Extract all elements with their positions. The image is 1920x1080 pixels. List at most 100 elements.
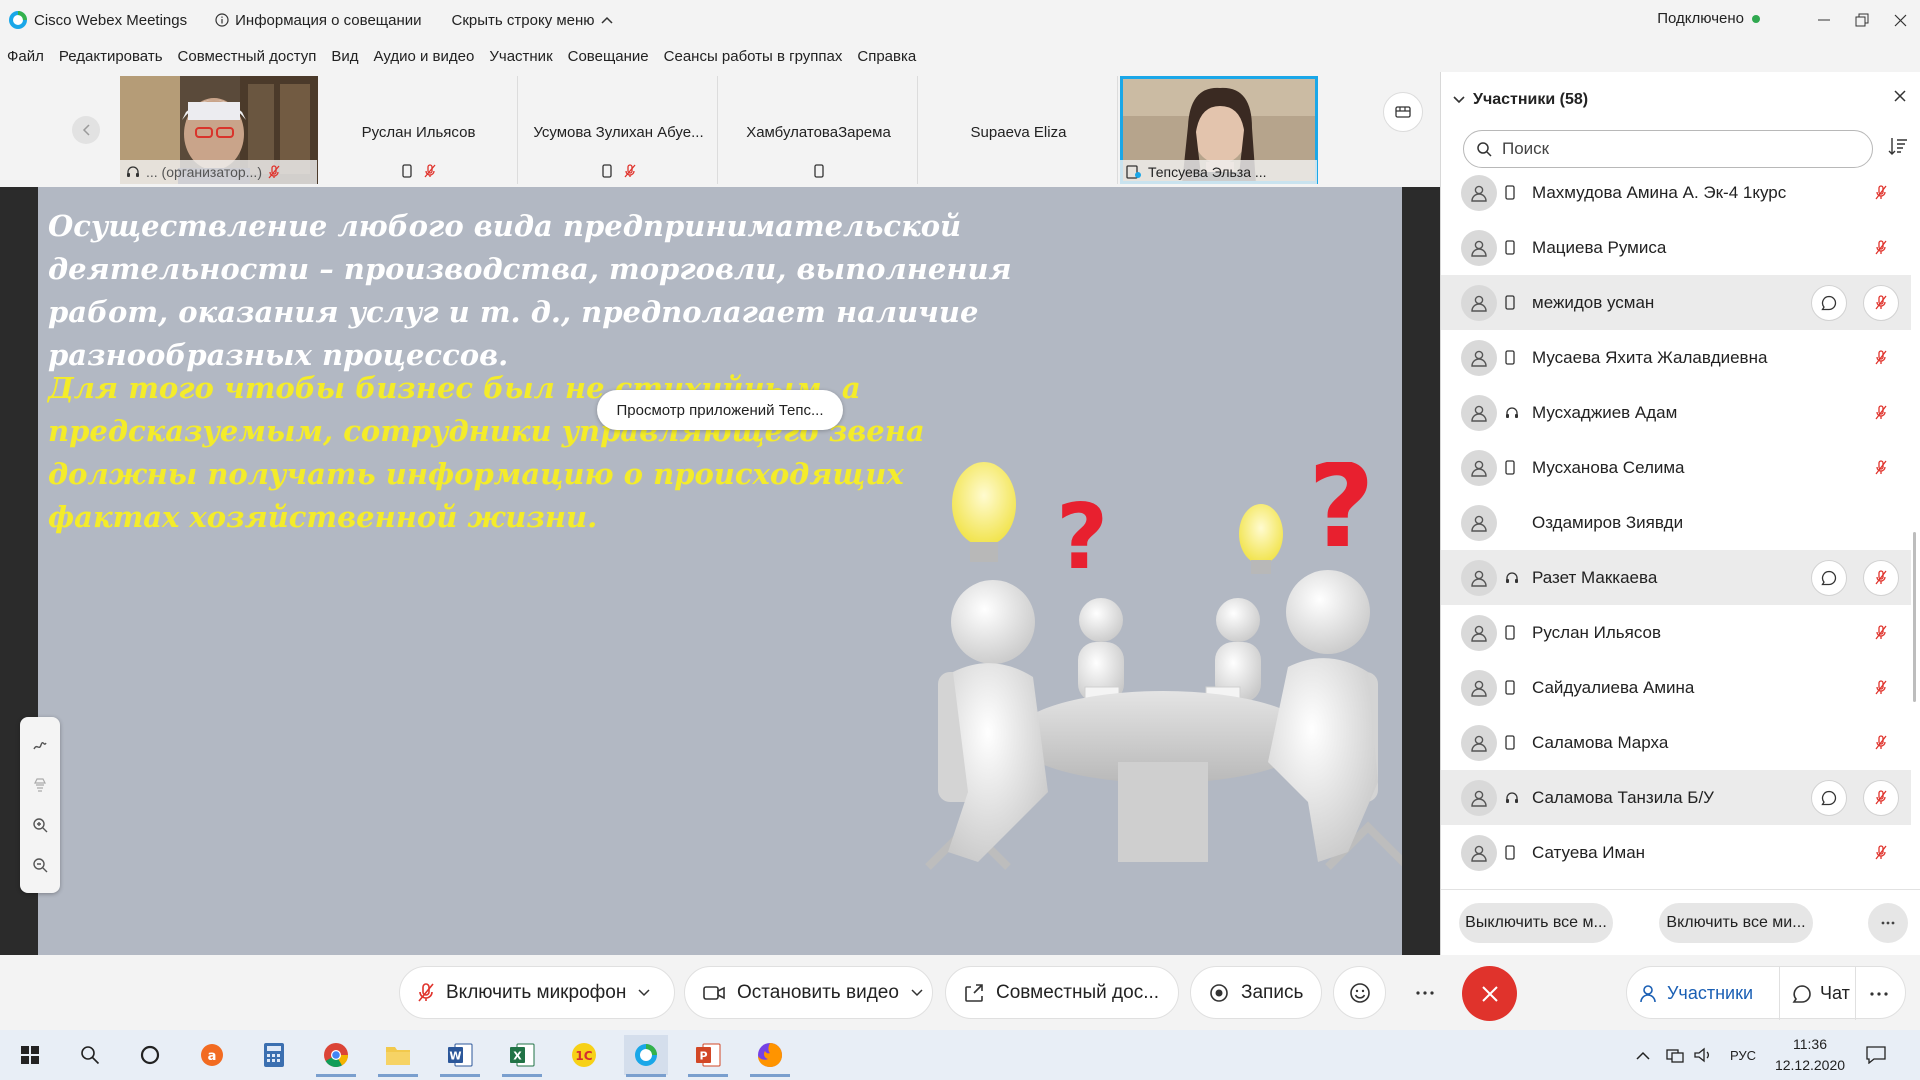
muted-mic-icon[interactable] [1863, 284, 1899, 321]
tray-chevron-up-icon[interactable] [1636, 1030, 1650, 1080]
zoom-out-icon[interactable] [32, 857, 48, 873]
minimize-icon[interactable] [1804, 6, 1844, 34]
participant-row[interactable]: Мусхаджиев Адам [1441, 385, 1911, 440]
avatar-icon [1461, 504, 1497, 541]
unmute-button[interactable]: Включить микрофон [399, 966, 675, 1019]
share-button[interactable]: Совместный дос... [945, 966, 1179, 1019]
participant-search-input[interactable]: Поиск [1463, 130, 1873, 168]
excel-icon[interactable]: X [500, 1035, 544, 1077]
chrome-icon[interactable] [314, 1035, 358, 1077]
close-window-icon[interactable] [1880, 6, 1920, 34]
participants-toggle[interactable]: Участники [1639, 967, 1753, 1020]
clock[interactable]: 11:36 12.12.2020 [1770, 1034, 1850, 1076]
powerpoint-icon[interactable]: P [686, 1035, 730, 1077]
hide-menu-button[interactable]: Скрыть строку меню [452, 12, 613, 29]
zoom-in-icon[interactable] [32, 817, 48, 833]
windows-start-icon[interactable] [8, 1035, 52, 1075]
cortana-icon[interactable] [128, 1035, 172, 1075]
mute-all-button[interactable]: Выключить все м... [1459, 903, 1613, 943]
eraser-icon[interactable] [33, 777, 47, 793]
menu-audio-video[interactable]: Аудио и видео [374, 48, 475, 65]
firefox-icon[interactable] [748, 1035, 792, 1077]
participant-row[interactable]: Саламова Марха [1441, 715, 1911, 770]
participant-row[interactable]: Саламова Танзила Б/У [1441, 770, 1911, 825]
language-indicator[interactable]: РУС [1730, 1030, 1756, 1080]
strip-prev-button[interactable] [72, 116, 100, 144]
muted-mic-icon[interactable] [1863, 725, 1899, 761]
video-tile-participant[interactable]: Усумова Зулихан Абуе... [520, 76, 718, 184]
participant-row[interactable]: Руслан Ильясов [1441, 605, 1911, 660]
participant-row[interactable]: Махмудова Амина А. Эк-4 1курс [1441, 165, 1911, 220]
network-icon[interactable] [1666, 1030, 1684, 1080]
muted-mic-icon[interactable] [1863, 779, 1899, 816]
reactions-button[interactable] [1333, 966, 1386, 1019]
chevron-down-icon[interactable] [911, 988, 923, 997]
menu-share[interactable]: Совместный доступ [178, 48, 317, 65]
video-tile-participant[interactable]: Supaeva Eliza [920, 76, 1118, 184]
participant-row[interactable]: Мусханова Селима [1441, 440, 1911, 495]
video-tile-participant[interactable]: ХамбулатоваЗарема [720, 76, 918, 184]
muted-mic-icon[interactable] [1863, 450, 1899, 486]
leave-meeting-button[interactable] [1462, 966, 1517, 1021]
volume-icon[interactable] [1694, 1030, 1712, 1080]
participant-list-scrollbar[interactable] [1913, 532, 1916, 702]
menu-help[interactable]: Справка [857, 48, 916, 65]
participant-row[interactable]: межидов усман [1441, 275, 1911, 330]
search-icon[interactable] [68, 1035, 112, 1075]
participant-row[interactable]: Оздамиров Зиявди [1441, 495, 1911, 550]
participant-row[interactable]: Разет Маккаева [1441, 550, 1911, 605]
participant-name: Саламова Марха [1532, 732, 1669, 752]
muted-mic-icon[interactable] [1863, 395, 1899, 431]
chat-bubble-icon[interactable] [1811, 779, 1847, 816]
participant-row[interactable]: Мусаева Яхита Жалавдиевна [1441, 330, 1911, 385]
chevron-down-icon[interactable] [638, 988, 650, 997]
menu-meeting[interactable]: Совещание [568, 48, 649, 65]
stop-video-button[interactable]: Остановить видео [684, 966, 933, 1019]
headset-icon [126, 165, 140, 179]
close-panel-icon[interactable] [1894, 90, 1906, 102]
video-tile-host[interactable]: ... (организатор...) [120, 76, 318, 184]
file-explorer-icon[interactable] [376, 1035, 420, 1077]
collapse-chevron-icon[interactable] [1453, 96, 1465, 104]
more-button[interactable] [1398, 966, 1451, 1019]
1c-icon[interactable]: 1С [562, 1035, 606, 1075]
muted-mic-icon[interactable] [1863, 615, 1899, 651]
layout-button[interactable] [1383, 92, 1423, 132]
more-options-icon[interactable] [1868, 903, 1908, 943]
app-preview-button[interactable]: Просмотр приложений Тепс... [597, 390, 843, 430]
muted-mic-icon[interactable] [1863, 340, 1899, 376]
menu-participant[interactable]: Участник [489, 48, 552, 65]
menu-edit[interactable]: Редактировать [59, 48, 163, 65]
participant-row[interactable]: Сайдуалиева Амина [1441, 660, 1911, 715]
muted-mic-icon[interactable] [1863, 230, 1899, 266]
menu-breakout[interactable]: Сеансы работы в группах [664, 48, 843, 65]
restore-icon[interactable] [1842, 6, 1882, 34]
menu-view[interactable]: Вид [331, 48, 358, 65]
panel-toggle-group: Участники Чат [1626, 966, 1906, 1020]
notifications-icon[interactable] [1866, 1030, 1886, 1080]
screen-share-icon [1126, 165, 1142, 179]
participant-row[interactable]: Сатуева Иман [1441, 825, 1911, 880]
chat-bubble-icon[interactable] [1811, 559, 1847, 596]
unmute-all-button[interactable]: Включить все ми... [1659, 903, 1813, 943]
avast-icon[interactable]: a [190, 1035, 234, 1075]
meeting-info-button[interactable]: Информация о совещании [215, 12, 422, 29]
muted-mic-icon[interactable] [1863, 835, 1899, 871]
video-tile-active-speaker[interactable]: Тепсуева Эльза ... [1120, 76, 1318, 184]
participant-row[interactable]: Мациева Румиса [1441, 220, 1911, 275]
menu-file[interactable]: Файл [7, 48, 44, 65]
webex-taskbar-icon[interactable] [624, 1035, 668, 1077]
muted-mic-icon[interactable] [1863, 559, 1899, 596]
tile-name: Усумова Зулихан Абуе... [533, 124, 704, 141]
chat-bubble-icon[interactable] [1811, 284, 1847, 321]
word-icon[interactable]: W [438, 1035, 482, 1077]
video-tile-participant[interactable]: Руслан Ильясов [320, 76, 518, 184]
chat-toggle[interactable]: Чат [1779, 967, 1850, 1020]
muted-mic-icon[interactable] [1863, 670, 1899, 706]
record-button[interactable]: Запись [1190, 966, 1322, 1019]
sort-icon[interactable] [1888, 136, 1908, 156]
pen-icon[interactable] [32, 737, 48, 753]
panel-more-button[interactable] [1855, 967, 1888, 1020]
calculator-icon[interactable] [252, 1035, 296, 1075]
muted-mic-icon[interactable] [1863, 175, 1899, 211]
